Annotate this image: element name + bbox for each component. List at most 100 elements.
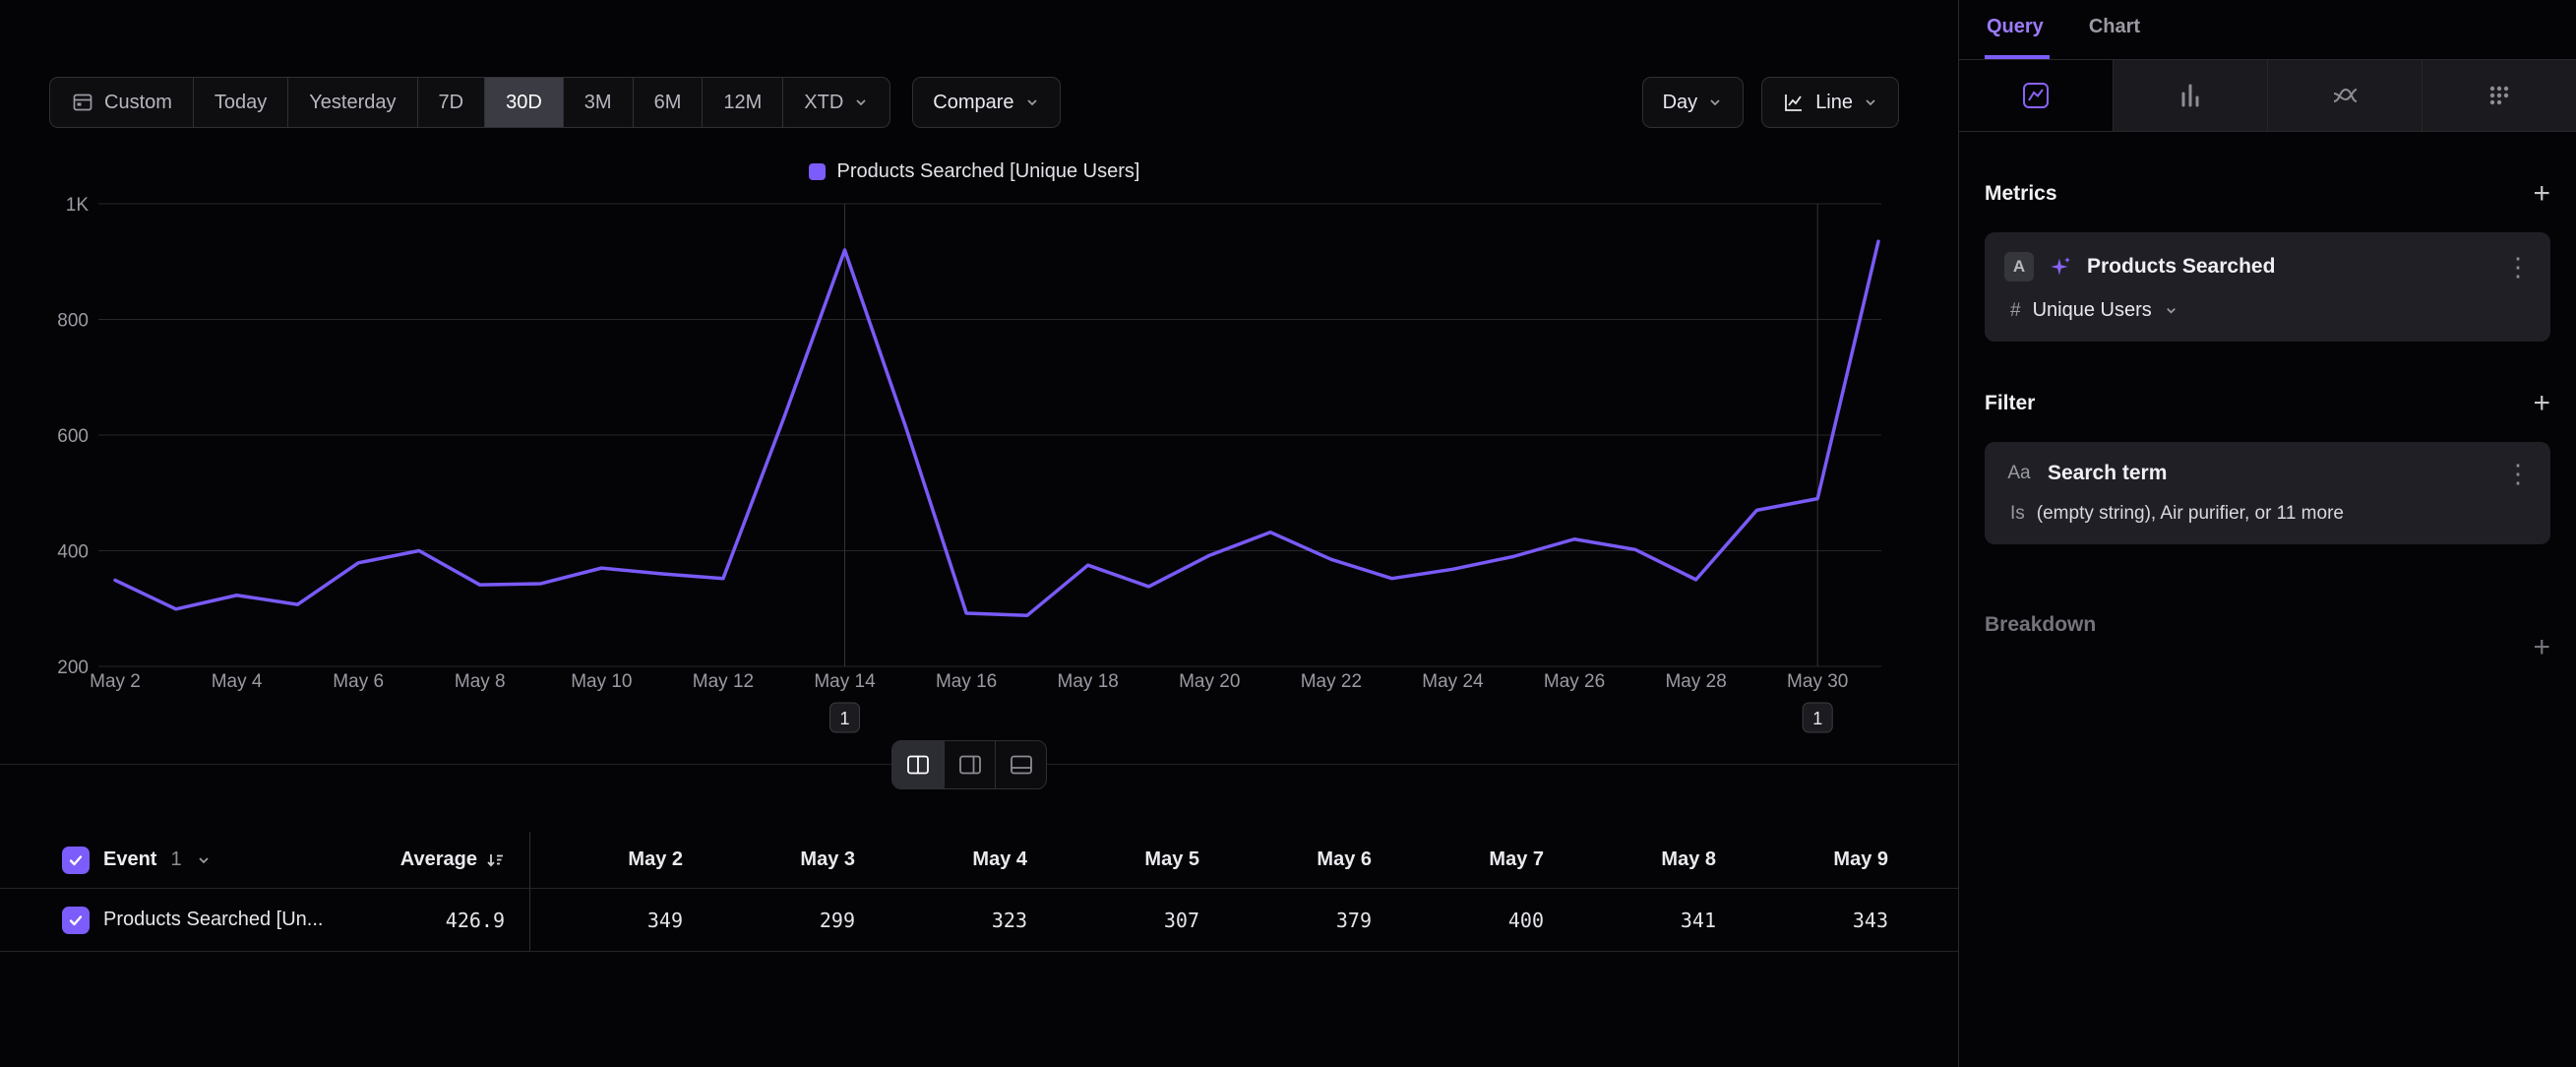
range-label: 12M [723, 92, 762, 114]
layout-toggle-group [891, 740, 1047, 789]
bar-chart-tab[interactable] [2113, 60, 2267, 131]
sort-descending-icon [485, 850, 505, 870]
filter-card-header: Aa Search term ⋮ [2004, 462, 2531, 485]
chart-type-tabs [1959, 59, 2576, 132]
chart-legend[interactable]: Products Searched [Unique Users] [0, 160, 1948, 183]
day-column-header[interactable]: May 9 [1736, 848, 1908, 871]
y-axis-label: 600 [57, 426, 89, 447]
aggregation-label: Unique Users [2033, 299, 2152, 322]
filter-value: (empty string), Air purifier, or 11 more [2037, 503, 2344, 525]
range-button-custom[interactable]: Custom [49, 77, 194, 128]
day-column-header[interactable]: May 3 [703, 848, 875, 871]
granularity-button[interactable]: Day [1642, 77, 1745, 128]
tab-query[interactable]: Query [1987, 16, 2044, 38]
range-button-30d[interactable]: 30D [485, 77, 564, 128]
series-name: Products Searched [Un... [103, 909, 323, 931]
event-cell: Products Searched [Un... [62, 907, 349, 934]
layout-side-panel-button[interactable] [944, 741, 995, 788]
day-header-cells: May 2May 3May 4May 5May 6May 7May 8May 9 [529, 832, 1908, 888]
day-column-header[interactable]: May 5 [1047, 848, 1219, 871]
y-axis-label: 800 [57, 311, 89, 332]
chart-type-button[interactable]: Line [1761, 77, 1899, 128]
layout-bottom-panel-button[interactable] [995, 741, 1046, 788]
query-sidebar: Query Chart Metrics + [1958, 0, 2576, 1067]
add-filter-button[interactable]: + [2533, 391, 2550, 416]
add-breakdown-button[interactable]: + [2533, 635, 2550, 660]
layout-bottom-panel-icon [1010, 754, 1033, 776]
metric-name: Products Searched [2087, 255, 2491, 279]
range-button-12m[interactable]: 12M [703, 77, 783, 128]
line-chart[interactable]: 2004006008001KMay 2May 4May 6May 8May 10… [0, 187, 1948, 758]
day-value-cell: 349 [530, 909, 703, 932]
day-value-cells: 349299323307379400341343 [529, 889, 1908, 951]
line-chart-icon [1782, 91, 1806, 114]
annotation-badge-label: 1 [1812, 709, 1822, 728]
day-column-header[interactable]: May 4 [875, 848, 1047, 871]
breakdown-section-header: Breakdown + [1985, 590, 2550, 660]
y-axis-label: 400 [57, 542, 89, 563]
filter-condition-row[interactable]: Is (empty string), Air purifier, or 11 m… [2004, 503, 2531, 525]
range-button-6m[interactable]: 6M [634, 77, 704, 128]
chevron-down-icon [1024, 94, 1040, 110]
range-button-3m[interactable]: 3M [564, 77, 634, 128]
day-value-cell: 341 [1564, 909, 1736, 932]
range-button-today[interactable]: Today [194, 77, 288, 128]
day-column-header[interactable]: May 6 [1219, 848, 1391, 871]
chart-controls: Day Line [1642, 77, 1899, 128]
select-all-checkbox[interactable] [62, 847, 90, 874]
metric-card[interactable]: A Products Searched ⋮ # Unique Users [1985, 232, 2550, 342]
line-chart-tab[interactable] [1959, 60, 2113, 131]
x-axis-label: May 28 [1665, 671, 1726, 692]
filter-title: Filter [1985, 392, 2035, 415]
range-label: 6M [654, 92, 682, 114]
metric-aggregation-row[interactable]: # Unique Users [2004, 299, 2531, 322]
row-checkbox[interactable] [62, 907, 90, 934]
toolbar: CustomToday Yesterday 7D30D3M 6M 12M XTD Comp… [49, 77, 1899, 128]
chevron-down-icon [1707, 94, 1723, 110]
average-header-cell[interactable]: Average [349, 848, 529, 871]
check-icon [67, 851, 85, 869]
day-column-header[interactable]: May 2 [530, 848, 703, 871]
range-label: Yesterday [309, 92, 396, 114]
day-value-cell: 307 [1047, 909, 1219, 932]
kebab-menu-icon[interactable]: ⋮ [2505, 257, 2531, 277]
retention-dots-tab[interactable] [2422, 60, 2576, 131]
filter-card[interactable]: Aa Search term ⋮ Is (empty string), Air … [1985, 442, 2550, 544]
add-metric-button[interactable]: + [2533, 181, 2550, 207]
x-axis-label: May 4 [212, 671, 263, 692]
chevron-down-icon [2164, 303, 2178, 318]
event-header-cell: Event 1 [62, 847, 349, 874]
day-value-cell: 323 [875, 909, 1047, 932]
chevron-down-icon[interactable] [196, 852, 212, 868]
range-button-xtd[interactable]: XTD [783, 77, 890, 128]
sidebar-content: Metrics + A Products Searched ⋮ # Unique… [1959, 181, 2576, 660]
results-table: Event 1 Average May 2May 3May 4May 5May … [0, 832, 1958, 952]
average-column-label: Average [400, 848, 477, 871]
range-button-yesterday[interactable]: Yesterday [288, 77, 417, 128]
x-axis-label: May 18 [1058, 671, 1119, 692]
layout-split-columns-button[interactable] [892, 741, 944, 788]
y-axis-label: 1K [66, 195, 90, 216]
x-axis-label: May 10 [571, 671, 632, 692]
table-header-row: Event 1 Average May 2May 3May 4May 5May … [0, 832, 1958, 889]
sidebar-tabs: Query Chart [1959, 0, 2576, 59]
bar-chart-tab-icon [2176, 81, 2205, 110]
range-label: XTD [804, 92, 843, 114]
kebab-menu-icon[interactable]: ⋮ [2505, 464, 2531, 483]
x-axis-label: May 2 [90, 671, 141, 692]
day-column-header[interactable]: May 8 [1564, 848, 1736, 871]
average-value: 426.9 [446, 909, 505, 932]
day-column-header[interactable]: May 7 [1391, 848, 1564, 871]
x-axis-label: May 6 [333, 671, 384, 692]
range-button-7d[interactable]: 7D [418, 77, 486, 128]
tab-chart[interactable]: Chart [2089, 16, 2140, 38]
event-count: 1 [170, 848, 181, 871]
table-row[interactable]: Products Searched [Un... 426.9 349299323… [0, 889, 1958, 952]
filter-property-name: Search term [2048, 462, 2491, 485]
compare-button[interactable]: Compare [912, 77, 1060, 128]
flows-chart-tab[interactable] [2267, 60, 2422, 131]
day-value-cell: 400 [1391, 909, 1564, 932]
legend-label: Products Searched [Unique Users] [837, 160, 1140, 183]
flows-chart-tab-icon [2330, 81, 2360, 110]
series-line[interactable] [115, 241, 1878, 615]
